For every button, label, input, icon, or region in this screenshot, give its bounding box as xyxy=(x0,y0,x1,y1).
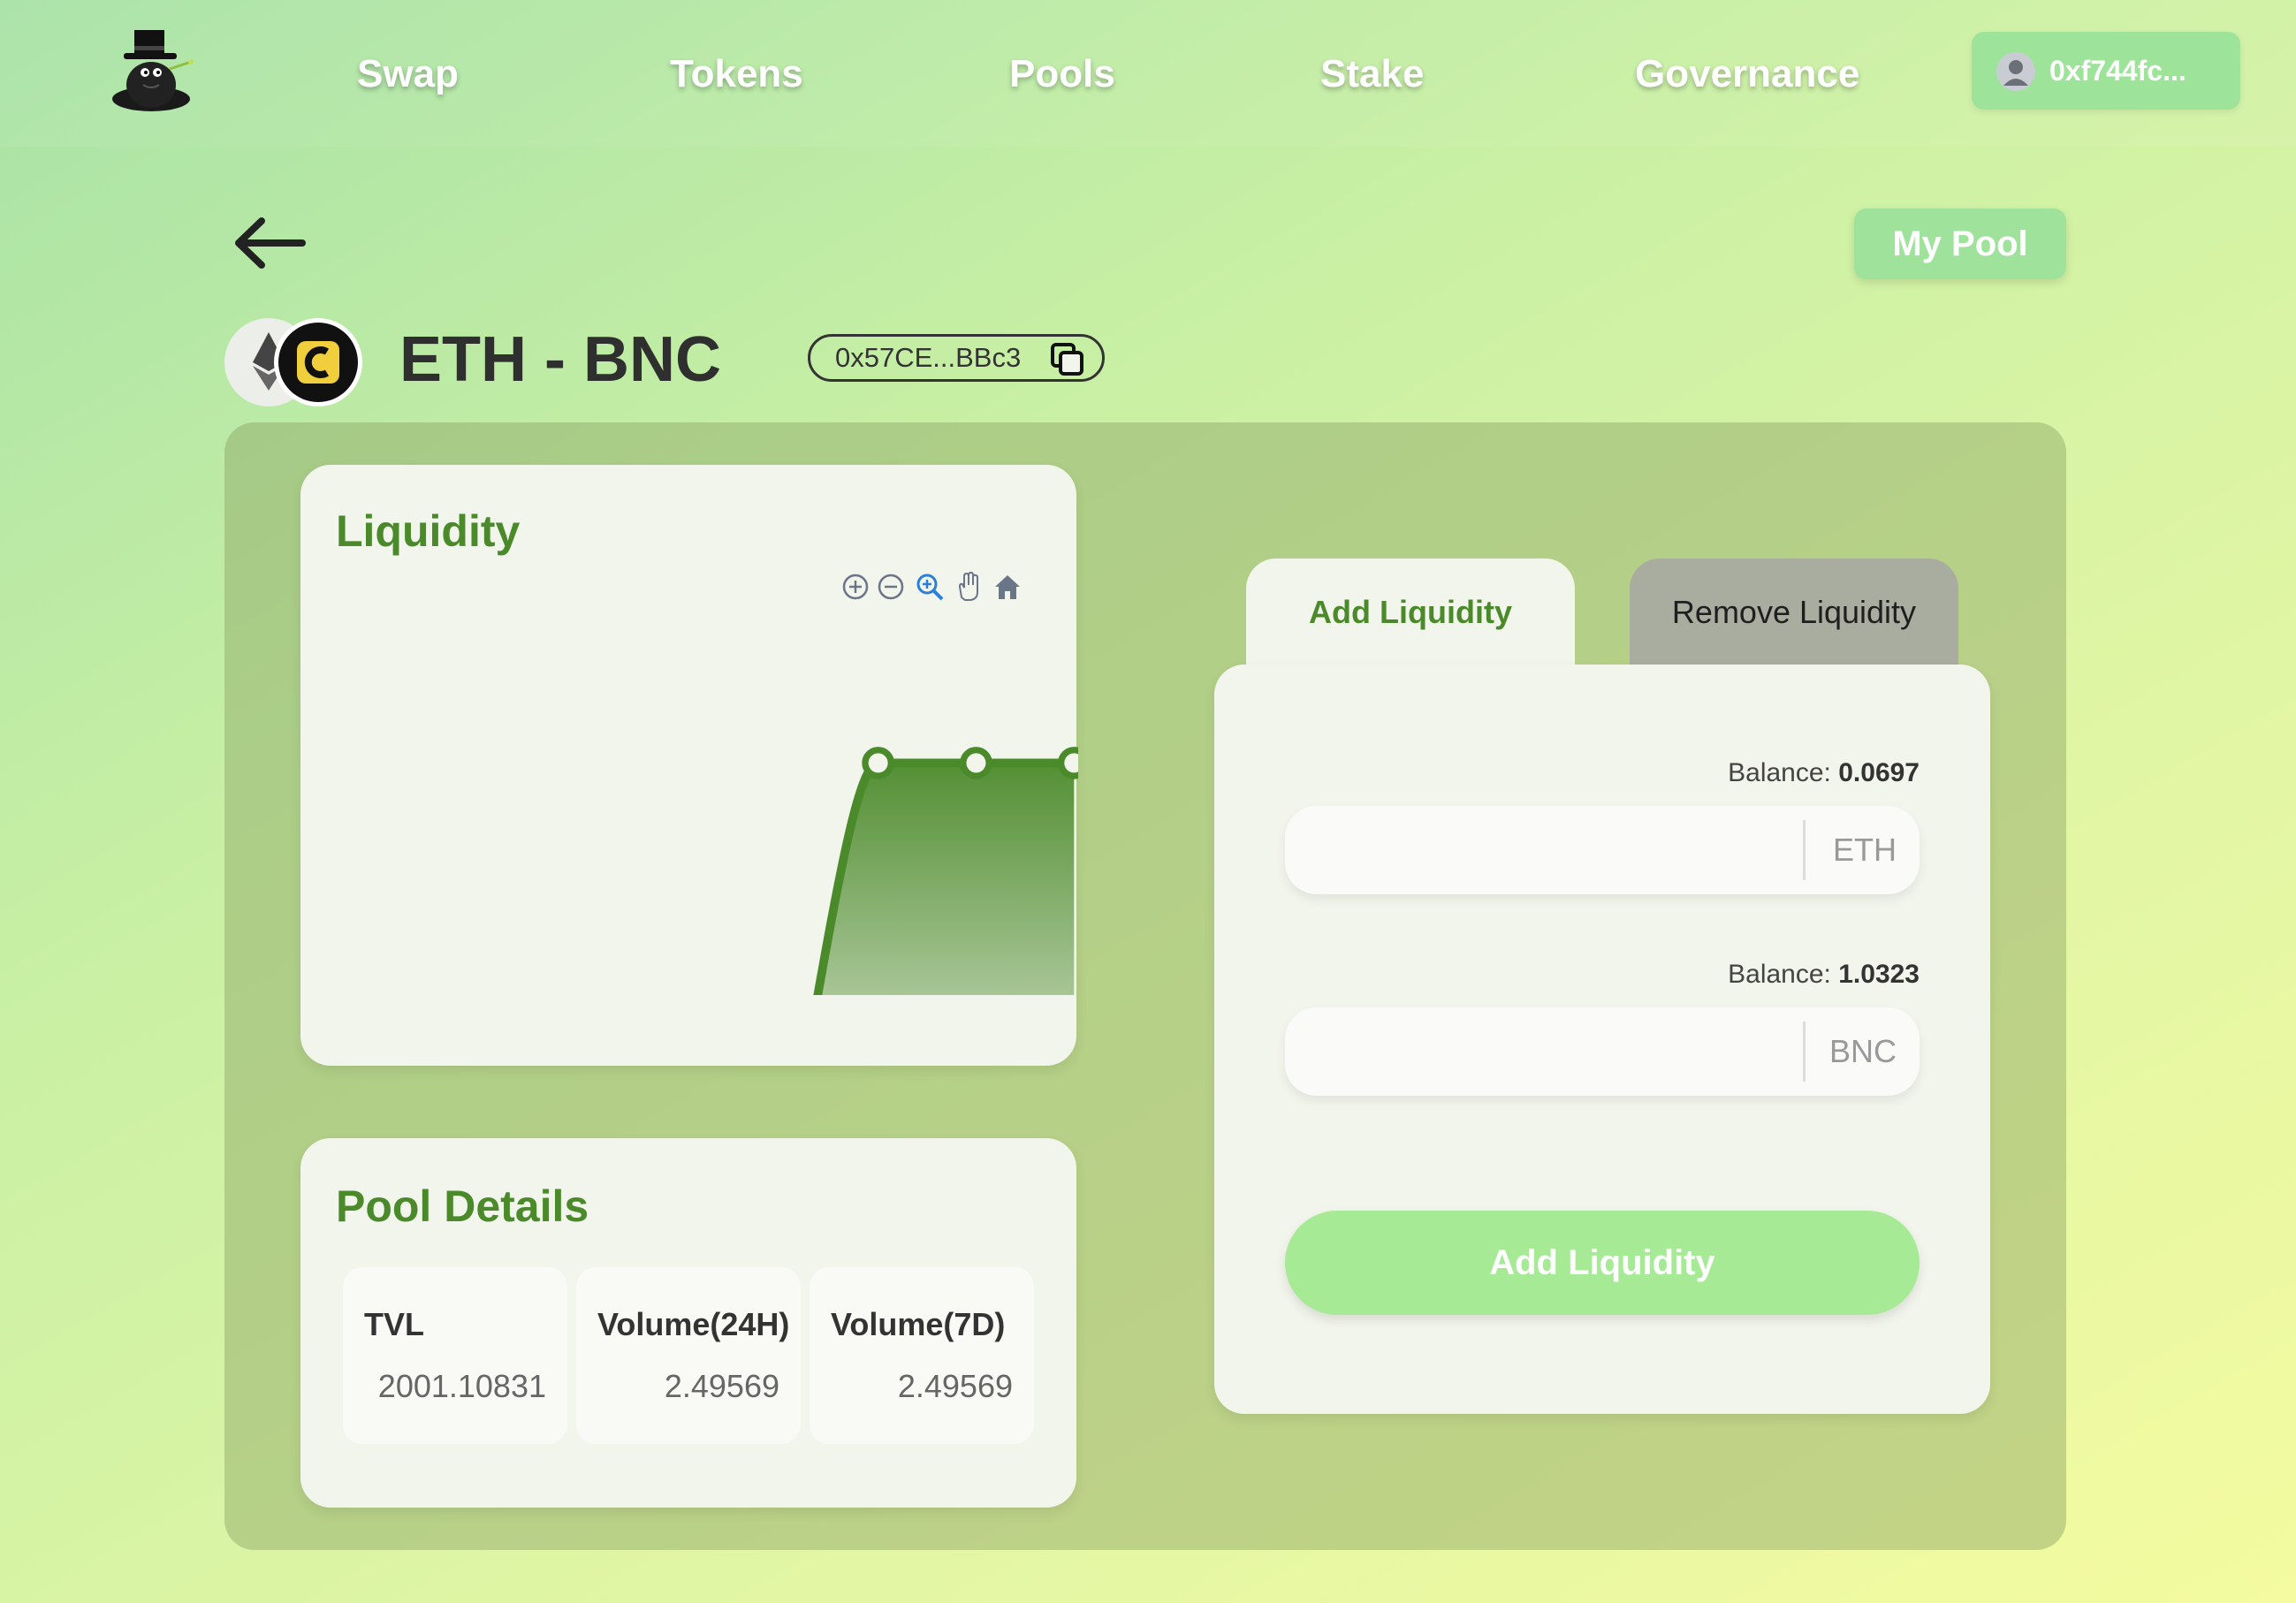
eth-amount-field[interactable]: ETH xyxy=(1285,806,1920,896)
stat-label: TVL xyxy=(364,1306,424,1342)
stat-value: 2.49569 xyxy=(897,1368,1013,1404)
tab-add-liquidity[interactable]: Add Liquidity xyxy=(1246,558,1575,666)
balance-value: 1.0323 xyxy=(1838,960,1920,989)
add-liquidity-button[interactable]: Add Liquidity xyxy=(1285,1211,1920,1315)
input-divider xyxy=(1803,820,1806,880)
copy-icon[interactable] xyxy=(1049,342,1086,377)
bnc-amount-input[interactable] xyxy=(1311,1007,1775,1098)
nav-governance[interactable]: Governance xyxy=(1635,49,1859,99)
bnc-amount-field[interactable]: BNC xyxy=(1285,1007,1920,1098)
balance-label: Balance: xyxy=(1728,758,1831,787)
nav-swap[interactable]: Swap xyxy=(357,49,459,99)
balance-label: Balance: xyxy=(1728,960,1831,989)
nav-pools[interactable]: Pools xyxy=(1009,49,1115,99)
liquidity-chart xyxy=(813,747,1078,995)
nav-stake[interactable]: Stake xyxy=(1320,49,1424,99)
pool-details-title: Pool Details xyxy=(336,1181,589,1231)
back-arrow-icon[interactable] xyxy=(232,212,308,274)
my-pool-button[interactable]: My Pool xyxy=(1854,209,2066,279)
stat-tvl: TVL 2001.10831 xyxy=(343,1267,567,1444)
stat-volume-24h: Volume(24H) 2.49569 xyxy=(576,1267,801,1444)
eth-balance: Balance: 0.0697 xyxy=(1728,758,1920,788)
tab-remove-liquidity[interactable]: Remove Liquidity xyxy=(1630,558,1958,666)
top-navigation: Swap Tokens Pools Stake Governance 0xf74… xyxy=(0,0,2296,147)
balance-value: 0.0697 xyxy=(1838,758,1920,787)
stat-value: 2001.10831 xyxy=(377,1368,546,1404)
stat-label: Volume(24H) xyxy=(597,1306,790,1342)
stat-value: 2.49569 xyxy=(664,1368,779,1404)
liquidity-point[interactable] xyxy=(862,747,894,779)
user-avatar-icon xyxy=(1996,52,2035,91)
nav-tokens[interactable]: Tokens xyxy=(670,49,803,99)
input-divider xyxy=(1803,1022,1806,1082)
bnc-token-icon xyxy=(274,318,362,406)
mole-logo-icon[interactable] xyxy=(104,27,198,115)
pool-address-chip[interactable]: 0x57CE...BBc3 xyxy=(808,334,1105,382)
bnc-balance: Balance: 1.0323 xyxy=(1728,960,1920,990)
token-pair-icons xyxy=(223,316,364,408)
bnc-unit-label: BNC xyxy=(1828,1033,1897,1069)
stat-volume-7d: Volume(7D) 2.49569 xyxy=(810,1267,1034,1444)
wallet-button[interactable]: 0xf744fc... xyxy=(1972,32,2240,110)
eth-amount-input[interactable] xyxy=(1311,806,1775,896)
pool-address: 0x57CE...BBc3 xyxy=(835,342,1022,373)
wallet-address: 0xf744fc... xyxy=(2049,55,2186,87)
add-liquidity-form: Balance: 0.0697 ETH Balance: 1.0323 BNC … xyxy=(1214,665,1990,1414)
stat-label: Volume(7D) xyxy=(831,1306,1006,1342)
eth-unit-label: ETH xyxy=(1833,832,1897,868)
liquidity-point[interactable] xyxy=(960,747,992,779)
pair-title: ETH - BNC xyxy=(399,324,721,395)
liquidity-point[interactable] xyxy=(1057,747,1078,779)
